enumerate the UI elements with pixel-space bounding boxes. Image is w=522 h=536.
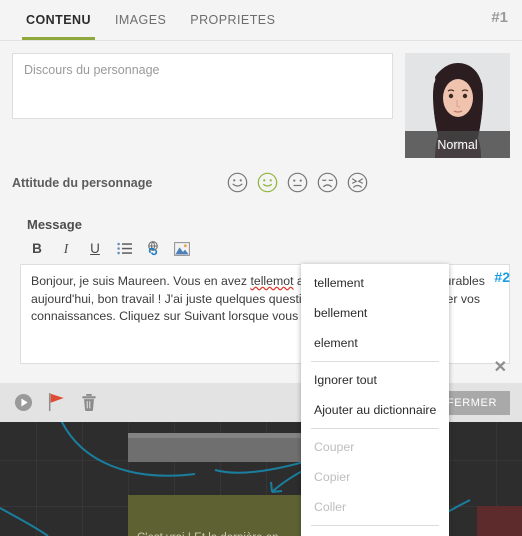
attitude-options (227, 172, 368, 193)
image-icon[interactable] (174, 240, 190, 257)
ctx-item-bellement[interactable]: bellement (301, 298, 449, 328)
canvas-node-red[interactable] (477, 506, 522, 536)
character-portrait[interactable]: Normal (405, 53, 510, 158)
panel-index-badge: #1 (491, 9, 508, 26)
ctx-item-add-to-dictionary[interactable]: Ajouter au dictionnaire (301, 395, 449, 425)
tab-images[interactable]: IMAGES (103, 0, 178, 40)
message-text-before: Bonjour, je suis Maureen. Vous en avez (31, 274, 251, 288)
app-root: Il fournit des produits respectueux de C… (0, 0, 522, 536)
node-text: C'est vrai ! Et la dernière en bonus, un… (137, 531, 294, 536)
ctx-separator (311, 525, 439, 526)
ctx-item-paste: Coller (314, 500, 347, 514)
smile-face-icon[interactable] (257, 172, 278, 193)
message-label: Message (27, 217, 82, 232)
node-header-bar (128, 433, 303, 438)
tab-contenu[interactable]: CONTENU (14, 0, 103, 40)
trash-icon[interactable] (80, 393, 98, 412)
bullet-list-icon[interactable] (116, 240, 132, 257)
play-icon[interactable] (14, 393, 33, 412)
close-icon[interactable]: ✕ (494, 357, 507, 377)
canvas-node-olive[interactable]: C'est vrai ! Et la dernière en bonus, un… (128, 495, 303, 536)
ctx-item-copy: Copier (314, 470, 351, 484)
angry-face-icon[interactable] (347, 172, 368, 193)
link-icon[interactable] (145, 240, 161, 257)
message-toolbar: B I U (0, 232, 522, 264)
ctx-separator (311, 428, 439, 429)
attitude-row: Attitude du personnage (0, 158, 522, 193)
ctx-item-link[interactable]: Lien... (301, 529, 449, 536)
tab-proprietes[interactable]: PROPRIETES (178, 0, 287, 40)
speech-input[interactable]: Discours du personnage (12, 53, 393, 119)
neutral-face-icon[interactable] (287, 172, 308, 193)
flag-icon[interactable] (48, 393, 65, 412)
tab-bar: CONTENU IMAGES PROPRIETES #1 (0, 0, 522, 41)
ctx-item-ignore-all[interactable]: Ignorer tout (301, 365, 449, 395)
ctx-item-tellement[interactable]: tellement (301, 268, 449, 298)
italic-icon[interactable]: I (58, 240, 74, 257)
attitude-label: Attitude du personnage (12, 175, 153, 190)
portrait-label: Normal (405, 131, 510, 158)
bold-icon[interactable]: B (29, 240, 45, 257)
message-index-badge: #2 (494, 269, 510, 285)
spellcheck-context-menu[interactable]: tellement bellement element Ignorer tout… (301, 264, 449, 536)
ctx-item-element[interactable]: element (301, 328, 449, 358)
ctx-item-cut: Couper (314, 440, 355, 454)
ctx-separator (311, 361, 439, 362)
sad-face-icon[interactable] (317, 172, 338, 193)
speech-row: Discours du personnage Normal (0, 41, 522, 158)
footer-icons (14, 393, 98, 412)
misspelled-word[interactable]: tellemot (250, 274, 293, 288)
underline-icon[interactable]: U (87, 240, 103, 257)
grin-face-icon[interactable] (227, 172, 248, 193)
canvas-node-grey[interactable]: Il fournit des produits respectueux de (128, 433, 303, 462)
